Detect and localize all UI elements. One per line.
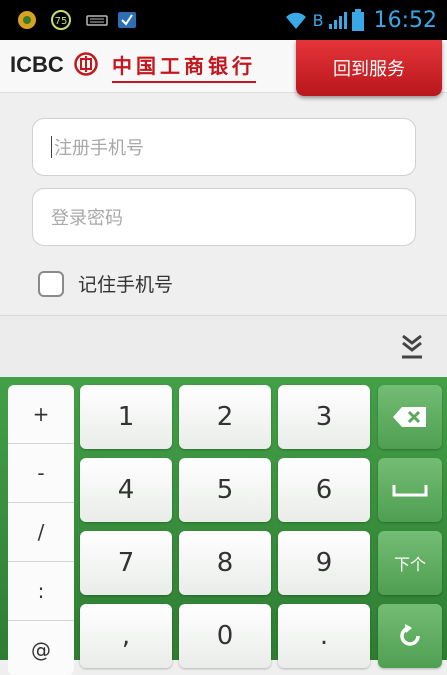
symbol-column: + - / : @ [8,385,74,675]
backspace-button[interactable] [378,385,442,449]
status-right: B 16:52 [283,6,437,34]
remember-label: 记住手机号 [78,274,174,296]
brand-logo-text: ICBC [10,52,64,77]
return-service-button[interactable]: 回到服务 [296,40,442,96]
key-period[interactable]: . [278,604,370,668]
battery-badge-text: 75 [55,16,68,27]
phone-input[interactable]: 注册手机号 [32,118,416,176]
key-7[interactable]: 7 [80,531,172,595]
space-button[interactable] [378,458,442,522]
key-5[interactable]: 5 [179,458,271,522]
key-2[interactable]: 2 [179,385,271,449]
text-cursor [51,136,52,158]
key-4[interactable]: 4 [80,458,172,522]
key-9[interactable]: 9 [278,531,370,595]
symbol-key[interactable]: / [8,503,74,562]
symbol-key[interactable]: @ [8,621,74,675]
keyboard-toolbar [0,315,447,378]
key-8[interactable]: 8 [179,531,271,595]
battery-icon [351,9,364,31]
key-0[interactable]: 0 [179,604,271,668]
key-comma[interactable]: , [80,604,172,668]
refresh-button[interactable] [378,604,442,668]
download-icon [118,12,136,28]
space-icon [392,485,428,497]
phone-placeholder: 注册手机号 [54,138,144,159]
symbol-key[interactable]: : [8,562,74,621]
signal-icon [328,12,347,29]
network-label: B [312,10,324,30]
icbc-logo-icon [74,52,98,76]
clock: 16:52 [373,7,437,33]
key-6[interactable]: 6 [278,458,370,522]
symbol-key[interactable]: + [8,385,74,444]
refresh-icon [400,624,420,646]
key-3[interactable]: 3 [278,385,370,449]
hide-keyboard-icon[interactable] [399,332,425,362]
status-bar: 75 B 16:52 [0,0,447,40]
symbol-key[interactable]: - [8,444,74,503]
keyboard-icon [86,15,108,26]
battery-circle-icon: 75 [51,10,71,30]
next-button[interactable]: 下个 [378,531,442,595]
backspace-icon [393,407,426,427]
key-1[interactable]: 1 [80,385,172,449]
bank-name: 中国工商银行 [112,50,256,83]
wifi-icon [285,12,306,29]
remember-checkbox[interactable] [38,270,64,297]
password-input[interactable]: 登录密码 [32,188,416,246]
password-placeholder: 登录密码 [51,208,123,229]
app-icon [18,11,36,29]
remember-phone-row[interactable]: 记住手机号 [38,270,173,297]
